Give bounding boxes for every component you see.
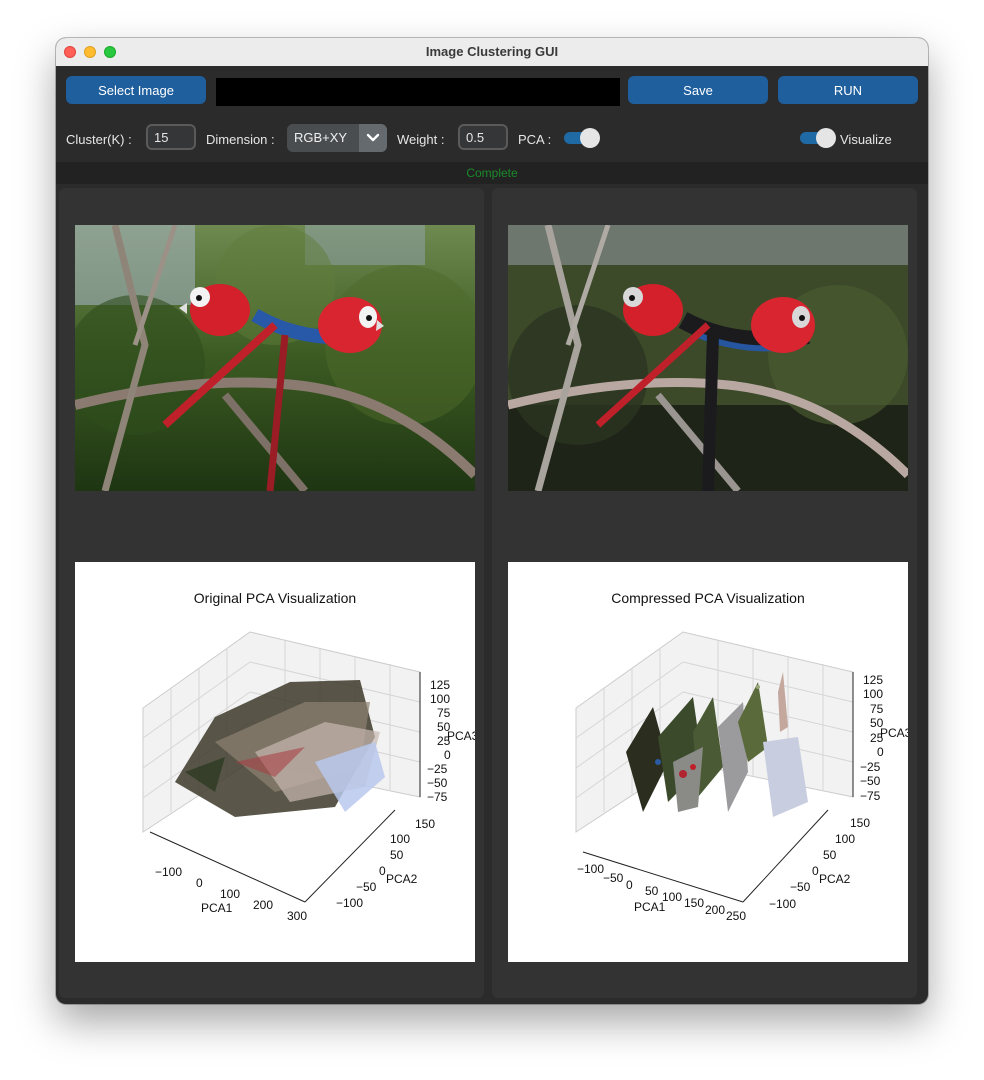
dimension-selected-value: RGB+XY <box>294 130 348 145</box>
y-tick: 50 <box>823 848 837 862</box>
x-axis-label: PCA1 <box>634 900 666 914</box>
z-tick: 100 <box>430 692 451 706</box>
y-tick: 100 <box>835 832 856 846</box>
original-parrot-photo-icon <box>75 225 475 491</box>
z-tick: −50 <box>860 774 881 788</box>
z-tick: 125 <box>430 678 451 692</box>
original-pca-plot: Original PCA Visualization −100 0 100 20… <box>75 562 475 962</box>
pca-toggle-knob <box>580 128 600 148</box>
z-tick: 75 <box>437 706 451 720</box>
y-tick: −100 <box>336 896 364 910</box>
z-tick: 0 <box>877 745 884 759</box>
visualize-toggle[interactable] <box>800 128 836 148</box>
title-bar: Image Clustering GUI <box>56 38 928 67</box>
status-text: Complete <box>56 162 928 184</box>
x-tick: 200 <box>705 903 726 917</box>
x-axis-label: PCA1 <box>201 901 233 915</box>
app-window: Image Clustering GUI Select Image Save R… <box>56 38 928 1004</box>
z-tick: −25 <box>860 760 881 774</box>
cluster-k-input[interactable]: 15 <box>146 124 196 150</box>
compressed-image <box>508 225 908 491</box>
visualize-label: Visualize <box>840 132 892 147</box>
y-tick: −100 <box>769 897 797 911</box>
z-tick: −25 <box>427 762 448 776</box>
weight-label: Weight : <box>397 132 445 147</box>
dimension-dropdown-arrow[interactable] <box>359 124 387 152</box>
y-tick: −50 <box>790 880 811 894</box>
z-tick: −50 <box>427 776 448 790</box>
x-tick: 50 <box>645 884 659 898</box>
original-panel: Original PCA Visualization −100 0 100 20… <box>59 188 484 998</box>
visualize-toggle-knob <box>816 128 836 148</box>
x-tick: 0 <box>196 876 203 890</box>
y-tick: 100 <box>390 832 411 846</box>
x-tick: 150 <box>684 896 705 910</box>
y-axis-label: PCA2 <box>819 872 851 886</box>
z-tick: 0 <box>444 748 451 762</box>
original-image <box>75 225 475 491</box>
x-tick: −100 <box>155 865 183 879</box>
y-tick: 150 <box>415 817 436 831</box>
select-image-button[interactable]: Select Image <box>66 76 206 104</box>
y-tick: 0 <box>812 864 819 878</box>
x-tick: 100 <box>220 887 241 901</box>
original-3d-axes <box>142 631 421 903</box>
x-tick: 300 <box>287 909 308 923</box>
pca-toggle[interactable] <box>564 128 600 148</box>
y-tick: −50 <box>356 880 377 894</box>
x-tick: −50 <box>603 871 624 885</box>
compressed-panel: Compressed PCA Visualization −100 −50 0 … <box>492 188 917 998</box>
x-tick: 0 <box>626 878 633 892</box>
z-tick: −75 <box>860 789 881 803</box>
x-tick: 250 <box>726 909 747 923</box>
x-tick: 200 <box>253 898 274 912</box>
compressed-pca-plot: Compressed PCA Visualization −100 −50 0 … <box>508 562 908 962</box>
compressed-parrot-photo-icon <box>508 225 908 491</box>
compressed-3d-axes <box>575 631 854 903</box>
z-tick: 125 <box>863 673 884 687</box>
z-tick: −75 <box>427 790 448 804</box>
image-path-field[interactable] <box>216 78 620 106</box>
y-tick: 0 <box>379 864 386 878</box>
dimension-select[interactable]: RGB+XY <box>287 124 387 152</box>
cluster-label: Cluster(K) : <box>66 132 132 147</box>
chevron-down-icon <box>366 133 380 142</box>
dimension-label: Dimension : <box>206 132 275 147</box>
z-axis-label: PCA3 <box>447 729 475 743</box>
weight-input[interactable]: 0.5 <box>458 124 508 150</box>
z-tick: 100 <box>863 687 884 701</box>
z-tick: 75 <box>870 702 884 716</box>
toolbar: Select Image Save RUN Cluster(K) : 15 Di… <box>56 66 928 162</box>
y-axis-label: PCA2 <box>386 872 418 886</box>
z-axis-label: PCA3 <box>880 726 908 740</box>
y-tick: 150 <box>850 816 871 830</box>
window-title: Image Clustering GUI <box>425 44 559 59</box>
y-tick: 50 <box>390 848 404 862</box>
x-tick: −100 <box>577 862 605 876</box>
save-button[interactable]: Save <box>628 76 768 104</box>
pca-label: PCA : <box>518 132 552 147</box>
run-button[interactable]: RUN <box>778 76 918 104</box>
